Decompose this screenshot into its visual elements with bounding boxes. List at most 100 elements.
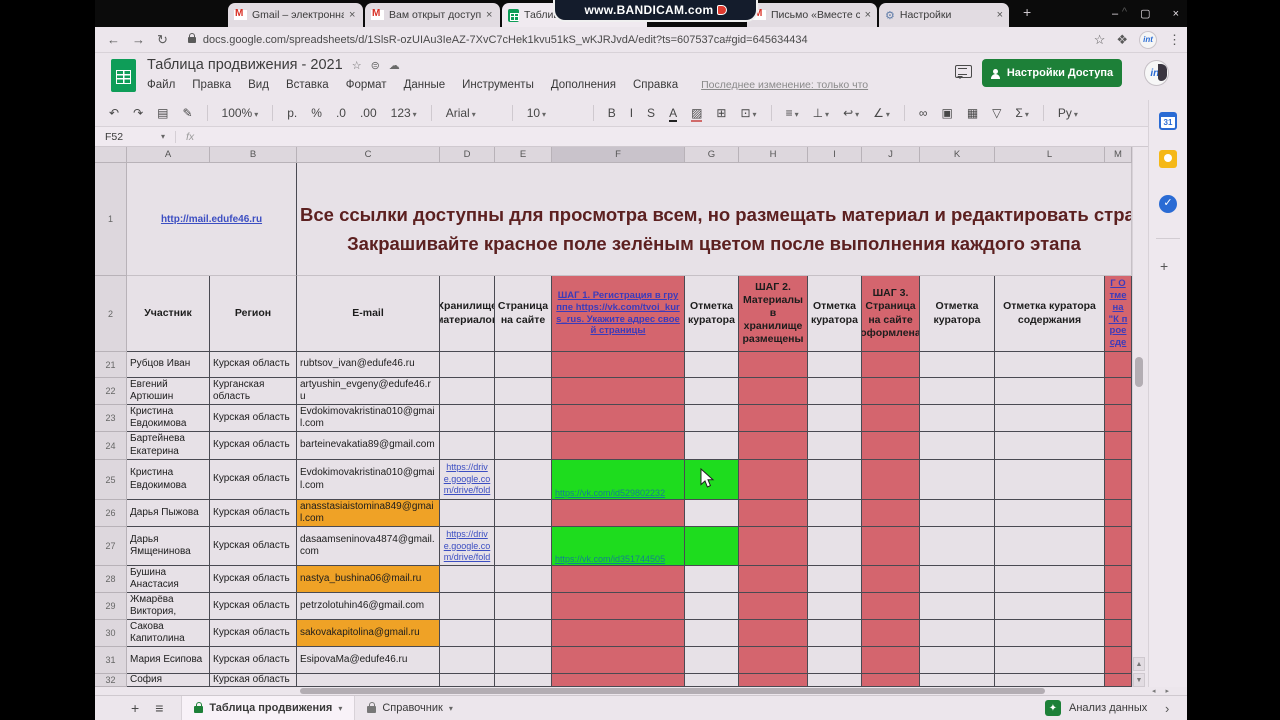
cell-I28[interactable] — [808, 566, 862, 593]
cell-K32[interactable] — [920, 674, 995, 687]
formula-input[interactable] — [205, 127, 1187, 146]
add-sheet-button[interactable]: + — [131, 700, 139, 716]
explore-button[interactable]: ✦ Анализ данных — [1045, 700, 1147, 716]
col-header-A[interactable]: A — [127, 147, 210, 163]
cell-E25[interactable] — [495, 460, 552, 500]
header-cell-J2[interactable]: ШАГ 3. Страница на сайте оформлена — [862, 276, 920, 352]
cell-F28[interactable] — [552, 566, 685, 593]
cell-D25[interactable]: https://drive.google.com/drive/fold — [440, 460, 495, 500]
col-header-E[interactable]: E — [495, 147, 552, 163]
menu-данные[interactable]: Данные — [404, 79, 446, 91]
toolbar-print-icon[interactable]: ▤ — [157, 106, 168, 120]
cell-F27[interactable]: https://vk.com/id351744505 — [552, 527, 685, 566]
menu-дополнения[interactable]: Дополнения — [551, 79, 616, 91]
cell-I32[interactable] — [808, 674, 862, 687]
toolbar-filter-icon[interactable]: ▽ — [992, 106, 1001, 120]
cell-J25[interactable] — [862, 460, 920, 500]
cell-E30[interactable] — [495, 620, 552, 647]
cell-I24[interactable] — [808, 432, 862, 460]
cell-B30[interactable]: Курская область — [210, 620, 297, 647]
cell-L32[interactable] — [995, 674, 1105, 687]
col-header-D[interactable]: D — [440, 147, 495, 163]
tasks-icon[interactable]: ✓ — [1159, 195, 1177, 213]
sheet-tab-menu-icon[interactable]: ▾ — [449, 704, 453, 713]
header-cell-H2[interactable]: ШАГ 2. Материалы в хранилище размещены — [739, 276, 808, 352]
cell-C23[interactable]: Evdokimovakristina010@gmail.com — [297, 405, 440, 432]
footer-expand-chevron-icon[interactable]: › — [1165, 701, 1169, 716]
cell-F25[interactable]: https://vk.com/id529802232 — [552, 460, 685, 500]
cell-F22[interactable] — [552, 378, 685, 405]
share-button[interactable]: Настройки Доступа — [982, 59, 1122, 87]
cell-L24[interactable] — [995, 432, 1105, 460]
corner-cell[interactable] — [95, 147, 127, 163]
vk-link[interactable]: https://vk.com/id529802232 — [555, 488, 665, 498]
vk-link[interactable]: https://vk.com/id351744505 — [555, 554, 665, 564]
cell-G28[interactable] — [685, 566, 739, 593]
tab-close-icon[interactable]: × — [865, 9, 871, 21]
row-header-31[interactable]: 31 — [95, 647, 127, 674]
cell-G27[interactable] — [685, 527, 739, 566]
cell-M25[interactable] — [1105, 460, 1132, 500]
cell-J31[interactable] — [862, 647, 920, 674]
row-header-22[interactable]: 22 — [95, 378, 127, 405]
browser-tab-2[interactable]: Вам открыт доступ для п × — [365, 3, 500, 27]
cell-C24[interactable]: barteinevakatia89@gmail.com — [297, 432, 440, 460]
toolbar-zoom[interactable]: 100% ▾ — [222, 106, 259, 120]
horizontal-scrollbar[interactable]: ◂ ▸ — [95, 687, 1187, 695]
cell-B25[interactable]: Курская область — [210, 460, 297, 500]
toolbar-italic-icon[interactable]: I — [630, 106, 633, 120]
cell-K27[interactable] — [920, 527, 995, 566]
toolbar-text-color-icon[interactable]: A — [669, 106, 678, 122]
sheet-tab-1[interactable]: Таблица продвижения ▾ — [181, 695, 356, 720]
cell-J32[interactable] — [862, 674, 920, 687]
horizontal-scrollbar-thumb[interactable] — [300, 688, 1045, 694]
cell-F32[interactable] — [552, 674, 685, 687]
window-close-button[interactable]: × — [1173, 8, 1179, 20]
cell-I21[interactable] — [808, 352, 862, 378]
cell-E27[interactable] — [495, 527, 552, 566]
cell-C27[interactable]: dasaamseninova4874@gmail.com — [297, 527, 440, 566]
cell-H32[interactable] — [739, 674, 808, 687]
toolbar-redo-icon[interactable]: ↷ — [133, 106, 143, 120]
toolbar-fill-color-icon[interactable]: ▨ — [691, 106, 703, 122]
tab-close-icon[interactable]: × — [486, 9, 492, 21]
row-header-26[interactable]: 26 — [95, 500, 127, 527]
cell-E32[interactable] — [495, 674, 552, 687]
cell-K28[interactable] — [920, 566, 995, 593]
cell-C29[interactable]: petrzolotuhin46@gmail.com — [297, 593, 440, 620]
new-tab-button[interactable]: + — [1023, 4, 1031, 20]
cell-B23[interactable]: Курская область — [210, 405, 297, 432]
col-header-I[interactable]: I — [808, 147, 862, 163]
last-edit-link[interactable]: Последнее изменение: только что — [701, 79, 868, 91]
header-cell-M2[interactable]: ШАГ Отме на "К прое сдел — [1105, 276, 1132, 352]
menu-файл[interactable]: Файл — [147, 79, 175, 91]
cell-D30[interactable] — [440, 620, 495, 647]
cell-K25[interactable] — [920, 460, 995, 500]
cell-M30[interactable] — [1105, 620, 1132, 647]
cell-M22[interactable] — [1105, 378, 1132, 405]
col-header-M[interactable]: M — [1105, 147, 1132, 163]
cell-A1[interactable]: http://mail.edufe46.ru — [127, 163, 297, 276]
cell-D21[interactable] — [440, 352, 495, 378]
cell-K24[interactable] — [920, 432, 995, 460]
cell-C25[interactable]: Evdokimovakristina010@gmail.com — [297, 460, 440, 500]
row-header-2[interactable]: 2 — [95, 276, 127, 352]
cell-H25[interactable] — [739, 460, 808, 500]
cell-A31[interactable]: Мария Есипова — [127, 647, 210, 674]
bookmark-star-icon[interactable]: ☆ — [1094, 32, 1106, 48]
cell-K21[interactable] — [920, 352, 995, 378]
cell-L31[interactable] — [995, 647, 1105, 674]
cell-M28[interactable] — [1105, 566, 1132, 593]
cell-E28[interactable] — [495, 566, 552, 593]
collapse-toolbar-button[interactable]: ^ — [1122, 6, 1127, 18]
col-header-F[interactable]: F — [552, 147, 685, 163]
browser-tab-4[interactable]: Письмо «Вместе с моим × — [747, 3, 877, 27]
row-header-30[interactable]: 30 — [95, 620, 127, 647]
toolbar-increase-decimals[interactable]: .00 — [360, 106, 377, 120]
drive-link[interactable]: https://drive.google.com/drive/fold — [444, 462, 491, 495]
cell-G26[interactable] — [685, 500, 739, 527]
cell-B21[interactable]: Курская область — [210, 352, 297, 378]
scroll-down-button[interactable]: ▼ — [1133, 673, 1145, 687]
cell-F24[interactable] — [552, 432, 685, 460]
cell-G21[interactable] — [685, 352, 739, 378]
